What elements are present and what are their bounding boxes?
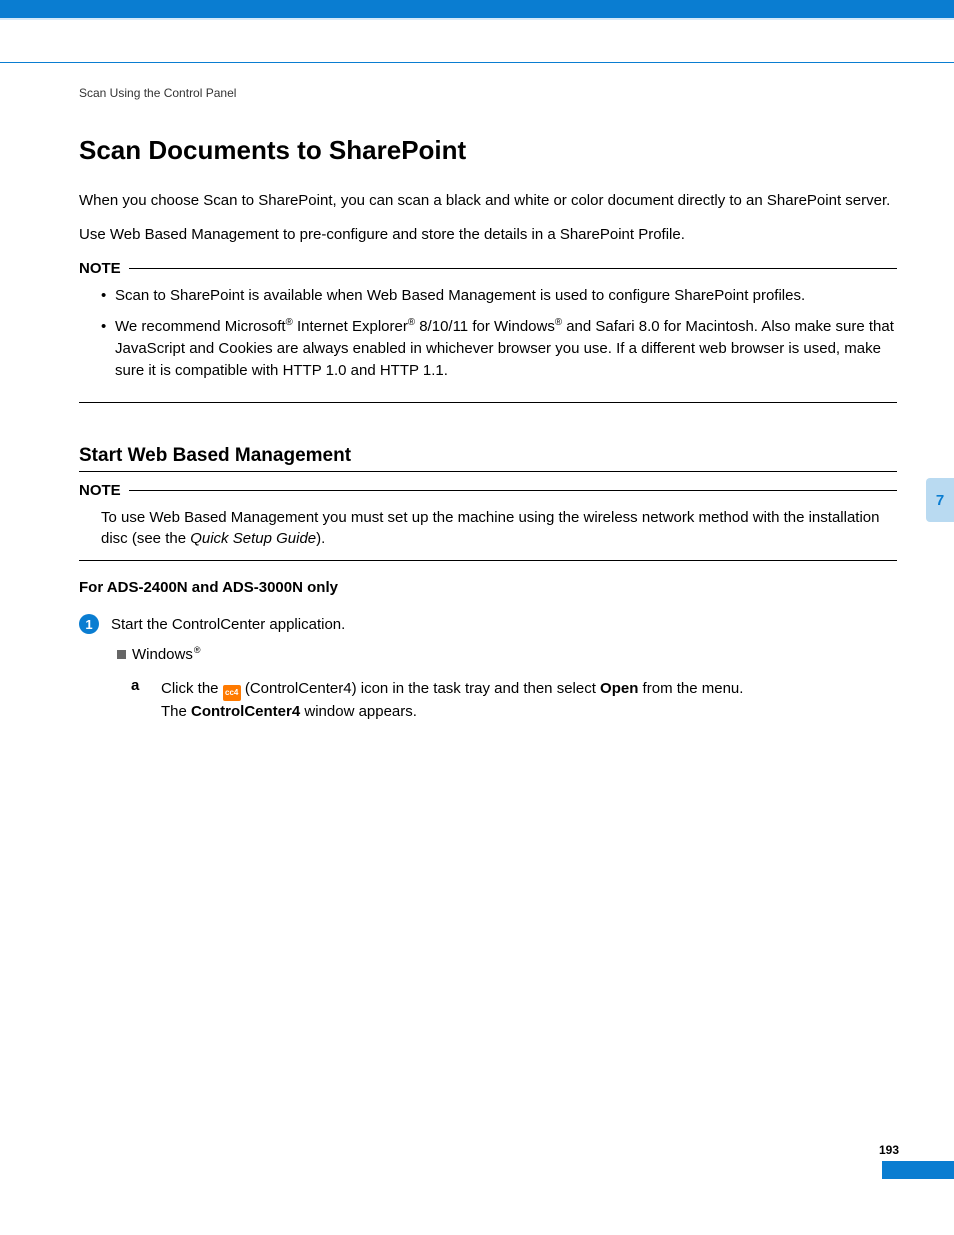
note-block-2: NOTE To use Web Based Management you mus… <box>79 482 897 562</box>
step-bullet-icon: 1 <box>79 614 99 634</box>
note-2-text: To use Web Based Management you must set… <box>79 499 897 561</box>
note-block-1: NOTE Scan to SharePoint is available whe… <box>79 260 897 403</box>
top-accent-bar <box>0 0 954 20</box>
note-rule-bottom <box>79 402 897 403</box>
os-line: Windows® <box>117 646 897 663</box>
page-number: 193 <box>879 1143 954 1157</box>
note-bullet-2: We recommend Microsoft® Internet Explore… <box>101 316 897 381</box>
substep-a: a Click the cc4 (ControlCenter4) icon in… <box>131 677 897 724</box>
step-1: 1 Start the ControlCenter application. <box>79 614 897 636</box>
intro-paragraph-2: Use Web Based Management to pre-configur… <box>79 224 897 246</box>
page-number-block: 193 <box>879 1143 954 1179</box>
substep-a-text: Click the cc4 (ControlCenter4) icon in t… <box>161 677 743 724</box>
breadcrumb: Scan Using the Control Panel <box>79 86 236 100</box>
top-rule <box>0 62 954 63</box>
note-label: NOTE <box>79 260 129 277</box>
substep-letter: a <box>131 677 161 694</box>
note-label-2: NOTE <box>79 482 129 499</box>
note-rule-bottom-2 <box>79 560 897 561</box>
chapter-tab: 7 <box>926 478 954 522</box>
note-bullet-1: Scan to SharePoint is available when Web… <box>101 285 897 307</box>
square-bullet-icon <box>117 650 126 659</box>
step-1-text: Start the ControlCenter application. <box>111 614 345 636</box>
page-title: Scan Documents to SharePoint <box>79 135 897 166</box>
note-rule-top <box>129 268 897 269</box>
step-1-sub: Windows® a Click the cc4 (ControlCenter4… <box>117 646 897 724</box>
note-rule-top-2 <box>129 490 897 491</box>
section-rule <box>79 471 897 472</box>
main-content: Scan Documents to SharePoint When you ch… <box>79 135 897 723</box>
model-line: For ADS-2400N and ADS-3000N only <box>79 579 897 596</box>
section-heading: Start Web Based Management <box>79 445 897 467</box>
controlcenter-icon: cc4 <box>223 685 241 701</box>
page-number-bar <box>882 1161 954 1179</box>
intro-paragraph-1: When you choose Scan to SharePoint, you … <box>79 190 897 212</box>
